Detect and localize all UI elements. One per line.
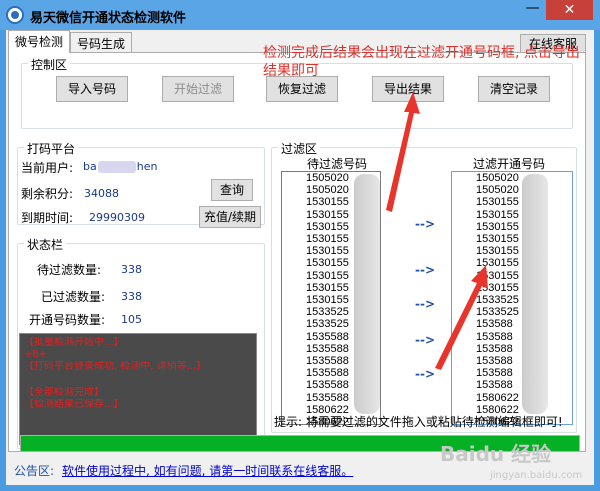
pending-count-value: 338 bbox=[121, 263, 142, 276]
log-line: 【批量检测开始中...】 bbox=[24, 337, 124, 348]
list-item[interactable]: 1505020 bbox=[452, 172, 572, 184]
log-line: 【检测结果已保存...】 bbox=[24, 399, 124, 410]
list-item[interactable]: 153588 bbox=[452, 367, 572, 379]
log-line: 【打码平台登录成功, 检测中, 请稍等...】 bbox=[24, 361, 207, 372]
current-user-value: ba hen bbox=[83, 160, 158, 173]
expire-label: 到期时间: bbox=[21, 211, 74, 225]
tab-panel: 控制区 导入号码 开始过滤 恢复过滤 导出结果 清空记录 打码平台 当前用户: … bbox=[8, 52, 586, 452]
client-area: 微号检测 号码生成 在线客服 控制区 导入号码 开始过滤 恢复过滤 导出结果 清… bbox=[6, 30, 594, 485]
list-item[interactable]: 1533525 bbox=[452, 294, 572, 306]
control-group-title: 控制区 bbox=[28, 56, 71, 73]
opened-list-header: 过滤开通号码 bbox=[473, 157, 546, 171]
list-item[interactable]: 1530155 bbox=[452, 270, 572, 282]
transfer-arrow: --> bbox=[415, 217, 436, 231]
transfer-arrow: --> bbox=[415, 263, 436, 277]
minimize-button[interactable]: — bbox=[519, 0, 546, 20]
app-window: 易天微信开通状态检测软件 — ✕ 微号检测 号码生成 在线客服 控制区 导入号码… bbox=[0, 0, 600, 491]
opened-count-label: 开通号码数量: bbox=[29, 313, 106, 327]
status-log[interactable]: 【批量检测开始中...】 +8+ 【打码平台登录成功, 检测中, 请稍等...】… bbox=[19, 333, 257, 445]
app-logo-icon bbox=[6, 6, 24, 24]
close-button[interactable]: ✕ bbox=[546, 0, 593, 20]
list-item[interactable]: 1533525 bbox=[452, 306, 572, 318]
opened-count-value: 105 bbox=[121, 313, 142, 326]
list-item[interactable]: 1530155 bbox=[452, 196, 572, 208]
query-button[interactable]: 查询 bbox=[211, 179, 253, 201]
notice-label: 公告区: bbox=[14, 464, 55, 478]
start-filter-button[interactable]: 开始过滤 bbox=[162, 76, 234, 102]
list-item[interactable]: 1530155 bbox=[452, 282, 572, 294]
expire-value: 29990309 bbox=[89, 211, 145, 224]
list-item[interactable]: 153588 bbox=[452, 343, 572, 355]
pending-count-label: 待过滤数量: bbox=[37, 263, 102, 277]
list-item[interactable]: 153588 bbox=[452, 331, 572, 343]
opened-numbers-list[interactable]: 1505020 1505020 1530155 1530155 1530155 15301… bbox=[451, 171, 573, 425]
platform-group-title: 打码平台 bbox=[24, 140, 79, 157]
watermark-url: jingyan.baidu.com bbox=[490, 470, 583, 481]
log-line: +8+ bbox=[24, 349, 48, 360]
list-item[interactable]: 1580622 bbox=[452, 392, 572, 404]
watermark-logo: Baidu 经验 bbox=[440, 442, 552, 466]
pending-list-header: 待过滤号码 bbox=[307, 157, 368, 171]
filtered-count-label: 已过滤数量: bbox=[41, 290, 106, 304]
tab-number-generate[interactable]: 号码生成 bbox=[70, 32, 133, 53]
list-item[interactable]: 153588 bbox=[452, 379, 572, 391]
filter-tip: 提示: 将需要过滤的文件拖入或粘贴待检测编辑框即可! bbox=[274, 415, 563, 429]
list-item[interactable]: 153588 bbox=[452, 355, 572, 367]
current-user-label: 当前用户: bbox=[21, 161, 74, 175]
list-item[interactable]: 1505020 bbox=[452, 184, 572, 196]
window-title: 易天微信开通状态检测软件 bbox=[30, 11, 187, 26]
points-label: 剩余积分: bbox=[21, 187, 74, 201]
redacted-blur bbox=[522, 174, 548, 414]
title-bar[interactable]: 易天微信开通状态检测软件 — ✕ bbox=[0, 0, 600, 30]
pending-numbers-list[interactable]: 1505020 1505020 1530155 1530155 1530155 15301… bbox=[281, 171, 381, 425]
recharge-button[interactable]: 充值/续期 bbox=[199, 206, 261, 228]
list-item[interactable]: 1530155 bbox=[452, 233, 572, 245]
notice-link[interactable]: 软件使用过程中, 如有问题, 请第一时间联系在线客服。 bbox=[62, 462, 353, 479]
list-item[interactable]: 1530155 bbox=[452, 221, 572, 233]
import-numbers-button[interactable]: 导入号码 bbox=[56, 76, 128, 102]
status-group-title: 状态栏 bbox=[24, 236, 67, 253]
redacted-blur bbox=[354, 174, 380, 414]
list-item[interactable]: 1530155 bbox=[452, 209, 572, 221]
redacted-blur bbox=[97, 161, 136, 173]
list-item[interactable]: 153588 bbox=[452, 318, 572, 330]
points-value: 34088 bbox=[84, 187, 119, 200]
transfer-arrow: --> bbox=[415, 367, 436, 381]
annotation-text: 检测完成后结果会出现在过滤开通号码框, 点击导出结果即可 bbox=[263, 45, 580, 79]
list-item[interactable]: 1530155 bbox=[452, 257, 572, 269]
tab-wechat-check[interactable]: 微号检测 bbox=[8, 30, 71, 53]
transfer-arrow: --> bbox=[415, 333, 436, 347]
log-line: 【全部检测完成】 bbox=[24, 387, 104, 398]
list-item[interactable]: 1530155 bbox=[452, 245, 572, 257]
filtered-count-value: 338 bbox=[121, 290, 142, 303]
transfer-arrow: --> bbox=[415, 297, 436, 311]
